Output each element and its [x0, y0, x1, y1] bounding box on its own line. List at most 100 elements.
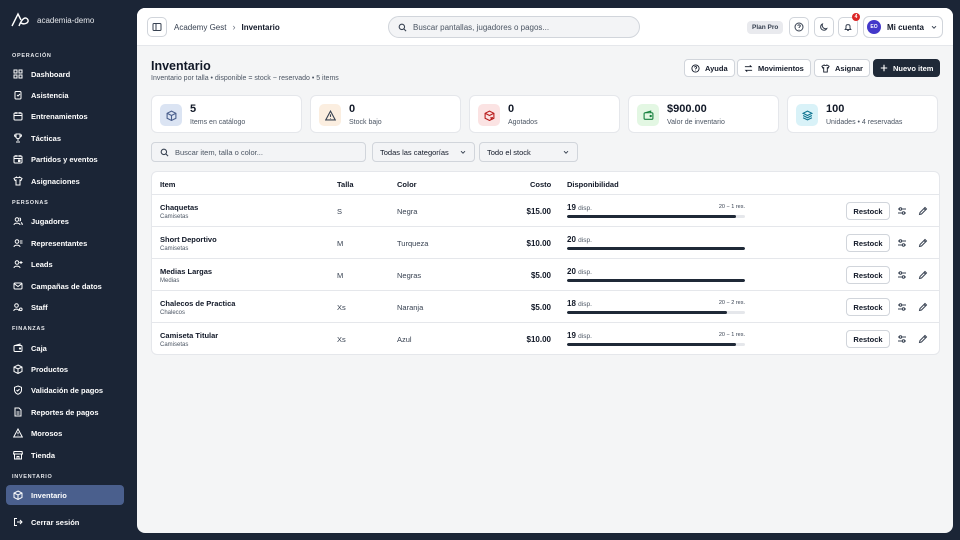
- sidebar-item-leads[interactable]: Leads: [6, 254, 124, 274]
- app-name: academia-demo: [37, 15, 95, 25]
- bell-icon: [844, 24, 852, 31]
- sidebar-item-label: Dashboard: [31, 69, 71, 79]
- sidebar-item-campanas[interactable]: Campañas de datos: [6, 276, 124, 296]
- edit-icon[interactable]: [918, 206, 928, 216]
- edit-icon[interactable]: [918, 238, 928, 248]
- item-size: Xs: [337, 335, 346, 344]
- available-suffix: disp.: [578, 301, 592, 308]
- new-item-label: Nuevo item: [893, 63, 934, 73]
- stat-value: 100: [826, 103, 845, 115]
- sidebar-item-morosos[interactable]: Morosos: [6, 423, 124, 443]
- sidebar-item-label: Partidos y eventos: [31, 154, 98, 164]
- sidebar-item-validacion[interactable]: Validación de pagos: [6, 380, 124, 400]
- item-color: Negras: [397, 271, 422, 280]
- sidebar-item-partidos[interactable]: Partidos y eventos: [6, 149, 124, 169]
- sidebar-item-inventario[interactable]: Inventario: [6, 485, 124, 505]
- available-count: 19: [567, 203, 576, 212]
- sidebar-item-entrenamientos[interactable]: Entrenamientos: [6, 106, 124, 126]
- sidebar-item-jugadores[interactable]: Jugadores: [6, 211, 124, 231]
- assign-button[interactable]: Asignar: [814, 59, 870, 77]
- movements-button[interactable]: Movimientos: [737, 59, 811, 77]
- plan-badge: Plan Pro: [747, 21, 784, 34]
- new-item-button[interactable]: Nuevo item: [873, 59, 941, 77]
- stat-card-low-stock: 0 Stock bajo: [310, 95, 461, 133]
- sidebar-item-asistencia[interactable]: Asistencia: [6, 85, 124, 105]
- logo-icon: [11, 12, 29, 27]
- theme-toggle-button[interactable]: [814, 17, 834, 37]
- item-color: Turqueza: [397, 239, 429, 248]
- sidebar-item-tacticas[interactable]: Tácticas: [6, 128, 124, 148]
- adjust-icon[interactable]: [897, 270, 907, 280]
- availability-bar-fill: [567, 247, 745, 250]
- item-cost: $10.00: [526, 335, 551, 344]
- adjust-icon[interactable]: [897, 334, 907, 344]
- restock-button[interactable]: Restock: [846, 330, 890, 348]
- alert-icon: [13, 428, 23, 438]
- shield-check-icon: [14, 385, 22, 395]
- sidebar-item-dashboard[interactable]: Dashboard: [6, 64, 124, 84]
- item-category: Medias: [160, 278, 180, 284]
- sidebar: academia-demo OPERACIÓN Dashboard Asiste…: [0, 0, 137, 540]
- restock-button[interactable]: Restock: [846, 266, 890, 284]
- wallet-icon: [13, 343, 23, 352]
- available-suffix: disp.: [578, 269, 592, 276]
- item-search-input[interactable]: [175, 147, 355, 157]
- inventory-table: Item Talla Color Costo Disponibilidad Ch…: [151, 171, 940, 355]
- adjust-icon[interactable]: [897, 238, 907, 248]
- stat-card-value: $900.00 Valor de inventario: [628, 95, 779, 133]
- help-action-button[interactable]: Ayuda: [684, 59, 735, 77]
- section-title: PERSONAS: [12, 200, 49, 206]
- reserved-note: 20 − 2 res.: [718, 300, 745, 306]
- sidebar-item-label: Caja: [31, 343, 47, 353]
- sidebar-item-label: Campañas de datos: [31, 281, 102, 291]
- trophy-icon: [13, 133, 23, 143]
- moon-icon: [820, 23, 828, 31]
- sidebar-item-staff[interactable]: Staff: [6, 297, 124, 317]
- stock-select-value: Todo el stock: [487, 147, 531, 157]
- sidebar-item-tienda[interactable]: Tienda: [6, 445, 124, 465]
- staff-icon: [13, 303, 23, 312]
- stat-label: Valor de inventario: [667, 119, 725, 126]
- item-size: S: [337, 207, 343, 216]
- stock-select[interactable]: Todo el stock: [479, 142, 578, 162]
- help-button[interactable]: [789, 17, 809, 37]
- global-search[interactable]: [388, 16, 640, 38]
- sidebar-item-productos[interactable]: Productos: [6, 359, 124, 379]
- logout-button[interactable]: Cerrar sesión: [6, 512, 124, 532]
- availability-bar-fill: [567, 279, 745, 282]
- chevron-down-icon: [460, 150, 466, 154]
- notifications-button[interactable]: 4: [838, 13, 860, 37]
- breadcrumb-root[interactable]: Academy Gest: [174, 23, 226, 32]
- restock-button[interactable]: Restock: [846, 202, 890, 220]
- box-icon: [13, 490, 23, 500]
- restock-button[interactable]: Restock: [846, 298, 890, 316]
- edit-icon[interactable]: [918, 302, 928, 312]
- sidebar-item-label: Inventario: [31, 490, 67, 500]
- stat-card-items: 5 Items en catálogo: [151, 95, 302, 133]
- availability-bar: [567, 343, 745, 346]
- restock-button[interactable]: Restock: [846, 234, 890, 252]
- sidebar-item-representantes[interactable]: Representantes: [6, 233, 124, 253]
- available-count: 20: [567, 235, 576, 244]
- item-size: M: [337, 271, 344, 280]
- sidebar-item-label: Leads: [31, 259, 53, 269]
- sidebar-toggle-button[interactable]: [147, 17, 167, 37]
- search-icon: [398, 23, 407, 31]
- edit-icon[interactable]: [918, 334, 928, 344]
- stat-card-units: 100 Unidades • 4 reservadas: [787, 95, 938, 133]
- sidebar-item-asignaciones[interactable]: Asignaciones: [6, 171, 124, 191]
- item-search[interactable]: [151, 142, 366, 162]
- edit-icon[interactable]: [918, 270, 928, 280]
- sidebar-item-caja[interactable]: Caja: [6, 338, 124, 358]
- users-icon: [13, 217, 23, 226]
- global-search-input[interactable]: [413, 22, 633, 32]
- category-select[interactable]: Todas las categorías: [372, 142, 475, 162]
- adjust-icon[interactable]: [897, 206, 907, 216]
- available-count: 19: [567, 331, 576, 340]
- account-menu[interactable]: EO Mi cuenta: [863, 16, 943, 38]
- availability-bar-fill: [567, 215, 737, 218]
- sidebar-item-reportes[interactable]: Reportes de pagos: [6, 402, 124, 422]
- adjust-icon[interactable]: [897, 302, 907, 312]
- app-logo[interactable]: academia-demo: [10, 12, 94, 28]
- help-action-label: Ayuda: [705, 63, 728, 73]
